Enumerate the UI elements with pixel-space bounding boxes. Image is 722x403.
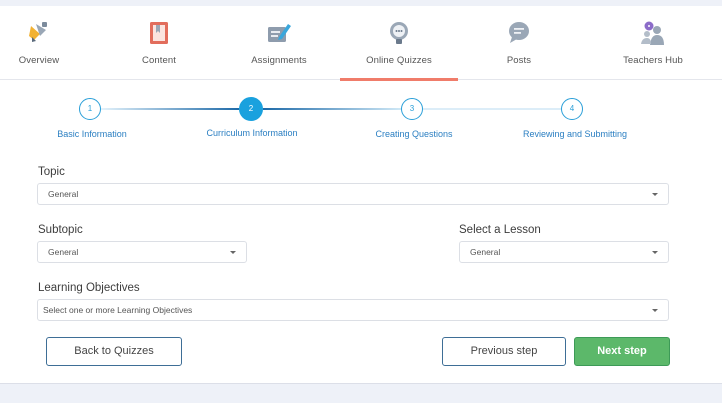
content-icon — [146, 20, 172, 46]
topic-select[interactable]: General — [37, 183, 669, 205]
quiz-wizard-page: Overview Content Assignments Online Quiz… — [0, 6, 722, 384]
next-step-button[interactable]: Next step — [574, 337, 670, 366]
subtopic-value: General — [48, 247, 79, 257]
topic-value: General — [48, 189, 79, 199]
nav-label: Online Quizzes — [366, 55, 432, 66]
lesson-label: Select a Lesson — [459, 224, 541, 236]
step-3-indicator[interactable]: 3 — [401, 98, 423, 120]
step-1-indicator[interactable]: 1 — [79, 98, 101, 120]
nav-label: Assignments — [251, 55, 307, 66]
nav-tab-overview[interactable]: Overview — [0, 6, 98, 80]
active-tab-indicator — [340, 78, 458, 81]
learning-objectives-placeholder: Select one or more Learning Objectives — [43, 305, 193, 315]
step-1-label: Basic Information — [57, 129, 127, 139]
subtopic-select[interactable]: General — [37, 241, 247, 263]
course-navigation: Overview Content Assignments Online Quiz… — [0, 6, 722, 81]
back-to-quizzes-button[interactable]: Back to Quizzes — [46, 337, 182, 366]
teachers-hub-icon — [640, 20, 666, 46]
step-connector — [101, 108, 239, 110]
learning-objectives-label: Learning Objectives — [38, 282, 140, 294]
step-connector — [263, 108, 401, 110]
lesson-select[interactable]: General — [459, 241, 669, 263]
nav-label: Teachers Hub — [623, 55, 683, 66]
step-3-label: Creating Questions — [375, 129, 453, 139]
wizard-stepper: 1 2 3 4 Basic Information Curriculum Inf… — [0, 94, 722, 149]
lesson-value: General — [470, 247, 501, 257]
overview-icon — [26, 20, 52, 46]
nav-tab-assignments[interactable]: Assignments — [220, 6, 338, 80]
chevron-down-icon — [652, 193, 658, 196]
nav-label: Posts — [506, 55, 532, 66]
step-2-label: Curriculum Information — [206, 128, 298, 138]
posts-icon — [506, 20, 532, 46]
online-quizzes-icon — [386, 20, 412, 46]
subtopic-label: Subtopic — [38, 224, 83, 236]
chevron-down-icon — [230, 251, 236, 254]
step-2-indicator[interactable]: 2 — [239, 97, 263, 121]
previous-step-button[interactable]: Previous step — [442, 337, 566, 366]
step-connector — [423, 108, 561, 110]
assignments-icon — [266, 20, 292, 46]
nav-tab-online-quizzes[interactable]: Online Quizzes — [340, 6, 458, 81]
learning-objectives-select[interactable]: Select one or more Learning Objectives — [37, 299, 669, 321]
nav-tab-teachers-hub[interactable]: Teachers Hub — [594, 6, 712, 80]
chevron-down-icon — [652, 251, 658, 254]
step-4-label: Reviewing and Submitting — [522, 129, 628, 139]
nav-tab-posts[interactable]: Posts — [460, 6, 578, 80]
topic-label: Topic — [38, 166, 65, 178]
step-4-indicator[interactable]: 4 — [561, 98, 583, 120]
chevron-down-icon — [652, 309, 658, 312]
nav-label: Overview — [18, 55, 60, 66]
nav-label: Content — [142, 55, 176, 66]
nav-tab-content[interactable]: Content — [100, 6, 218, 80]
